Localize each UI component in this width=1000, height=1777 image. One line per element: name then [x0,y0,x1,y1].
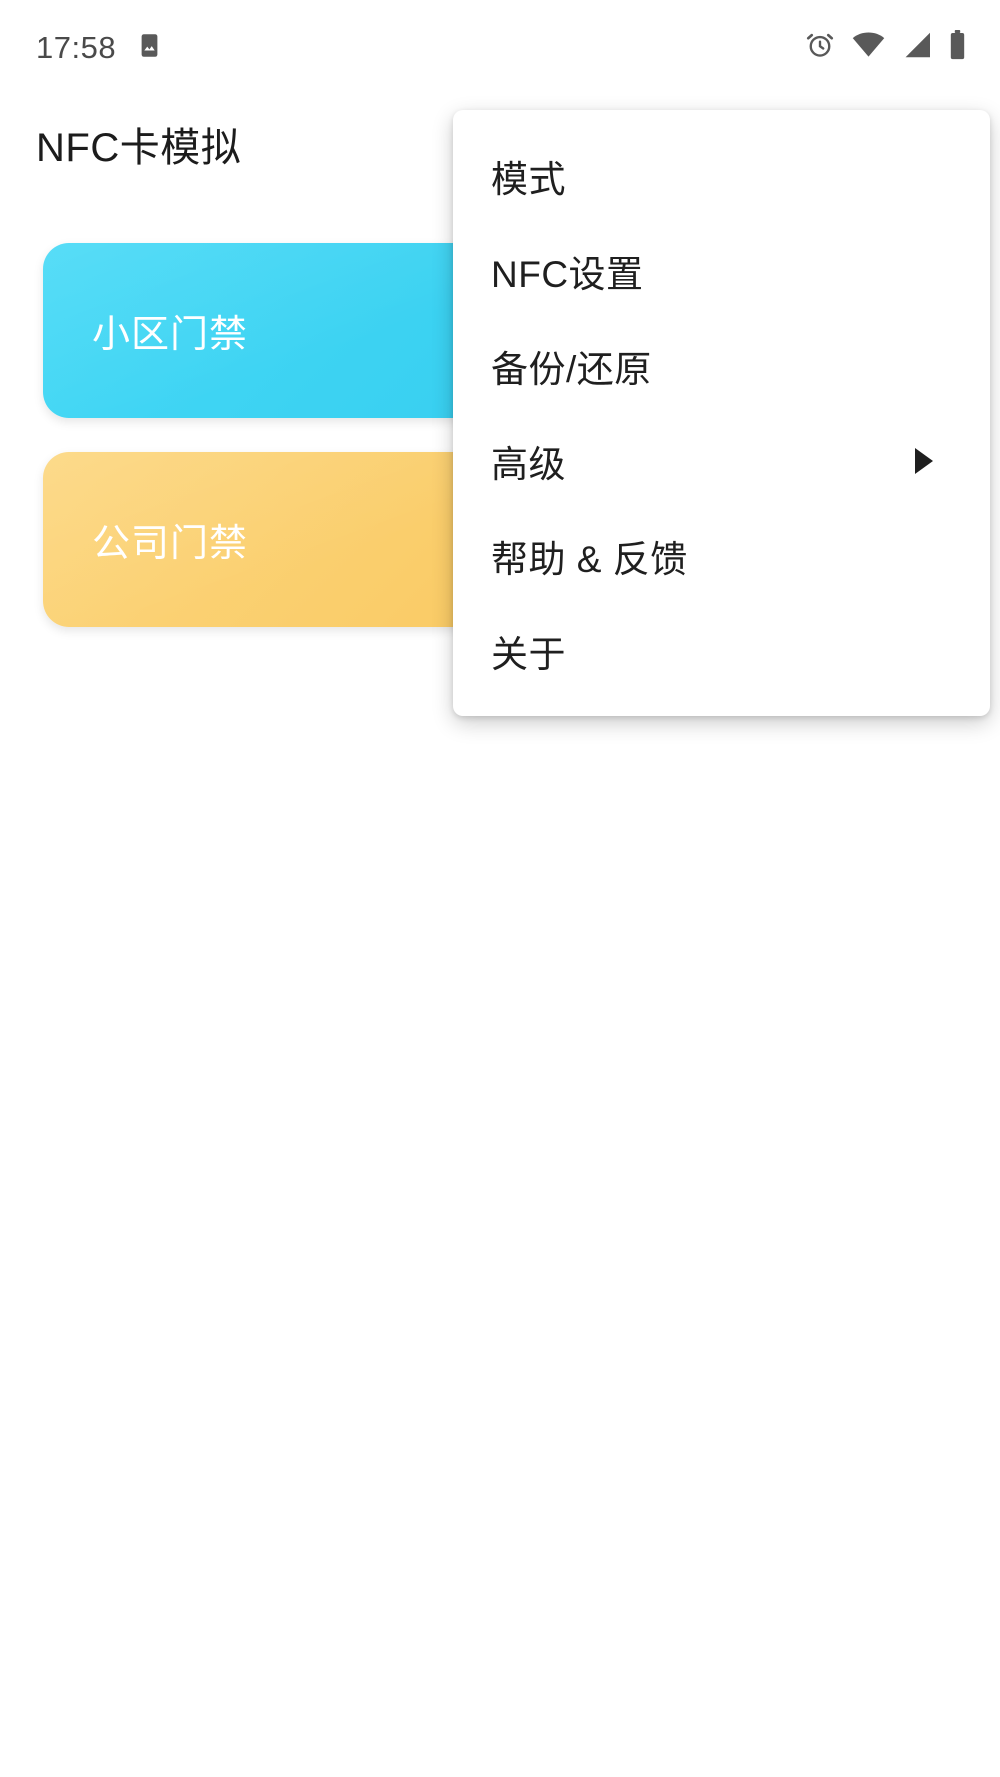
menu-item-nfc-settings[interactable]: NFC设置 [453,223,990,318]
status-bar: 17:58 [0,0,1000,95]
menu-item-label: 高级 [491,443,566,485]
card-label: 公司门禁 [92,523,249,565]
overflow-menu: 模式 NFC设置 备份/还原 高级 帮助 & 反馈 关于 [453,110,990,716]
menu-item-label: NFC设置 [491,253,644,295]
card-label: 小区门禁 [92,314,249,356]
page-title: NFC卡模拟 [36,126,242,170]
status-clock: 17:58 [36,30,117,65]
menu-item-label: 帮助 & 反馈 [491,538,688,580]
cellular-signal-icon [902,32,932,63]
menu-item-label: 关于 [491,633,566,675]
app-screen: 17:58 NFC卡模拟 小区门禁 公司门禁 模式 NFC设置 备份/还原 高级… [0,0,1000,1777]
status-bar-right [805,30,966,65]
battery-icon [949,30,966,65]
menu-item-about[interactable]: 关于 [453,603,990,698]
menu-item-label: 备份/还原 [491,348,652,390]
menu-item-mode[interactable]: 模式 [453,128,990,223]
menu-item-advanced[interactable]: 高级 [453,413,990,508]
chevron-right-icon [915,447,933,474]
alarm-clock-icon [805,30,835,65]
menu-item-label: 模式 [491,158,566,200]
image-icon [136,32,163,64]
wifi-icon [852,32,885,63]
menu-item-backup-restore[interactable]: 备份/还原 [453,318,990,413]
status-bar-left: 17:58 [36,32,163,64]
menu-item-help-feedback[interactable]: 帮助 & 反馈 [453,508,990,603]
